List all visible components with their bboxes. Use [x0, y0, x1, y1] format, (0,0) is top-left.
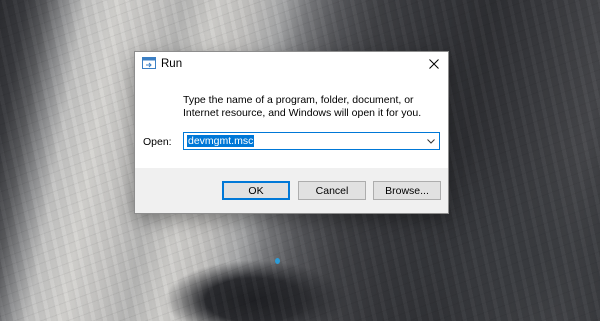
open-combobox[interactable]: devmgmt.msc	[183, 132, 440, 150]
chevron-down-icon	[427, 138, 435, 144]
close-icon	[429, 59, 439, 69]
open-input[interactable]: devmgmt.msc	[187, 135, 255, 147]
dialog-title: Run	[161, 58, 183, 70]
cancel-button[interactable]: Cancel	[298, 181, 366, 200]
dialog-content: Type the name of a program, folder, docu…	[135, 76, 448, 168]
dialog-footer: OK Cancel Browse...	[135, 168, 448, 213]
open-label: Open:	[143, 136, 172, 148]
open-dropdown-button[interactable]	[423, 133, 439, 149]
wallpaper-climber	[275, 258, 280, 264]
dialog-description: Type the name of a program, folder, docu…	[183, 94, 422, 119]
ok-button[interactable]: OK	[222, 181, 290, 200]
title-bar[interactable]: Run	[135, 52, 448, 76]
run-icon	[142, 57, 156, 69]
close-button[interactable]	[420, 52, 448, 76]
browse-button[interactable]: Browse...	[373, 181, 441, 200]
run-dialog: Run Type the name of a program, folder, …	[134, 51, 449, 214]
